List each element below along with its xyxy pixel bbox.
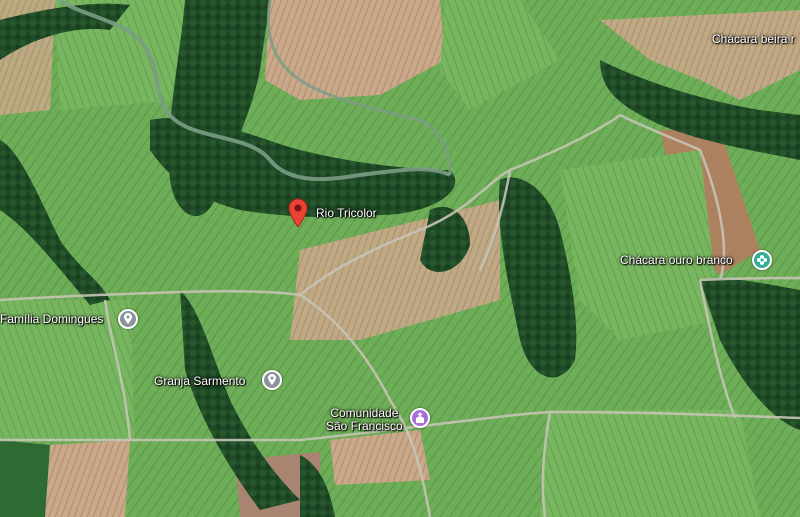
church-icon[interactable] bbox=[410, 408, 430, 428]
location-circle-icon[interactable] bbox=[118, 309, 138, 329]
plowed-field bbox=[45, 440, 130, 517]
flower-icon[interactable] bbox=[752, 250, 772, 270]
location-circle-icon[interactable] bbox=[262, 370, 282, 390]
field bbox=[540, 410, 760, 517]
place-label-rio-tricolor[interactable]: Rio Tricolor bbox=[316, 207, 377, 220]
red-location-pin-icon[interactable] bbox=[287, 198, 309, 228]
place-label-chacara-ouro-branco[interactable]: Chácara ouro branco bbox=[620, 254, 733, 267]
forest bbox=[0, 440, 50, 517]
place-label-chacara-beira[interactable]: Chácara beira r bbox=[712, 33, 795, 46]
place-label-comunidade-sao-francisco[interactable]: Comunidade São Francisco bbox=[326, 407, 403, 433]
place-label-line: São Francisco bbox=[326, 419, 403, 433]
place-label-granja-sarmento[interactable]: Granja Sarmento bbox=[154, 375, 245, 388]
place-label-familia-domingues[interactable]: Família Domingues bbox=[0, 313, 103, 326]
